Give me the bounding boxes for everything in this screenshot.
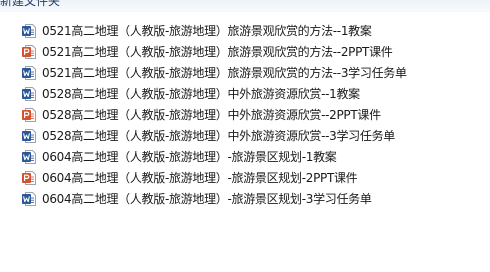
list-item[interactable]: 0528高二地理（人教版-旅游地理）中外旅游资源欣赏--1教案 bbox=[22, 83, 407, 104]
file-name: 0528高二地理（人教版-旅游地理）中外旅游资源欣赏--1教案 bbox=[42, 86, 360, 101]
list-item[interactable]: 0604高二地理（人教版-旅游地理）-旅游景区规划-2PPT课件 bbox=[22, 167, 407, 188]
ppt-icon bbox=[22, 107, 36, 122]
header-strip: 新建文件夹 bbox=[0, 0, 490, 12]
ppt-icon bbox=[22, 44, 36, 59]
ppt-icon bbox=[22, 170, 36, 185]
word-doc-icon bbox=[22, 128, 36, 143]
list-item[interactable]: 0521高二地理（人教版-旅游地理）旅游景观欣赏的方法--1教案 bbox=[22, 20, 407, 41]
file-name: 0521高二地理（人教版-旅游地理）旅游景观欣赏的方法--1教案 bbox=[42, 23, 372, 38]
word-doc-icon bbox=[22, 65, 36, 80]
word-doc-icon bbox=[22, 86, 36, 101]
word-doc-icon bbox=[22, 149, 36, 164]
file-name: 0604高二地理（人教版-旅游地理）-旅游景区规划-3学习任务单 bbox=[42, 191, 372, 206]
file-name: 0521高二地理（人教版-旅游地理）旅游景观欣赏的方法--2PPT课件 bbox=[42, 44, 393, 59]
list-item[interactable]: 0521高二地理（人教版-旅游地理）旅游景观欣赏的方法--2PPT课件 bbox=[22, 41, 407, 62]
file-name: 0528高二地理（人教版-旅游地理）中外旅游资源欣赏--2PPT课件 bbox=[42, 107, 381, 122]
list-item[interactable]: 0604高二地理（人教版-旅游地理）-旅游景区规划-3学习任务单 bbox=[22, 188, 407, 209]
file-name: 0604高二地理（人教版-旅游地理）-旅游景区规划-2PPT课件 bbox=[42, 170, 358, 185]
list-item[interactable]: 0604高二地理（人教版-旅游地理）-旅游景区规划-1教案 bbox=[22, 146, 407, 167]
folder-title-partial: 新建文件夹 bbox=[0, 0, 61, 8]
file-name: 0528高二地理（人教版-旅游地理）中外旅游资源欣赏--3学习任务单 bbox=[42, 128, 395, 143]
list-item[interactable]: 0528高二地理（人教版-旅游地理）中外旅游资源欣赏--3学习任务单 bbox=[22, 125, 407, 146]
list-item[interactable]: 0521高二地理（人教版-旅游地理）旅游景观欣赏的方法--3学习任务单 bbox=[22, 62, 407, 83]
word-doc-icon bbox=[22, 191, 36, 206]
file-name: 0521高二地理（人教版-旅游地理）旅游景观欣赏的方法--3学习任务单 bbox=[42, 65, 407, 80]
word-doc-icon bbox=[22, 23, 36, 38]
file-list: 0521高二地理（人教版-旅游地理）旅游景观欣赏的方法--1教案 0521高二地… bbox=[22, 20, 407, 209]
file-name: 0604高二地理（人教版-旅游地理）-旅游景区规划-1教案 bbox=[42, 149, 337, 164]
list-item[interactable]: 0528高二地理（人教版-旅游地理）中外旅游资源欣赏--2PPT课件 bbox=[22, 104, 407, 125]
